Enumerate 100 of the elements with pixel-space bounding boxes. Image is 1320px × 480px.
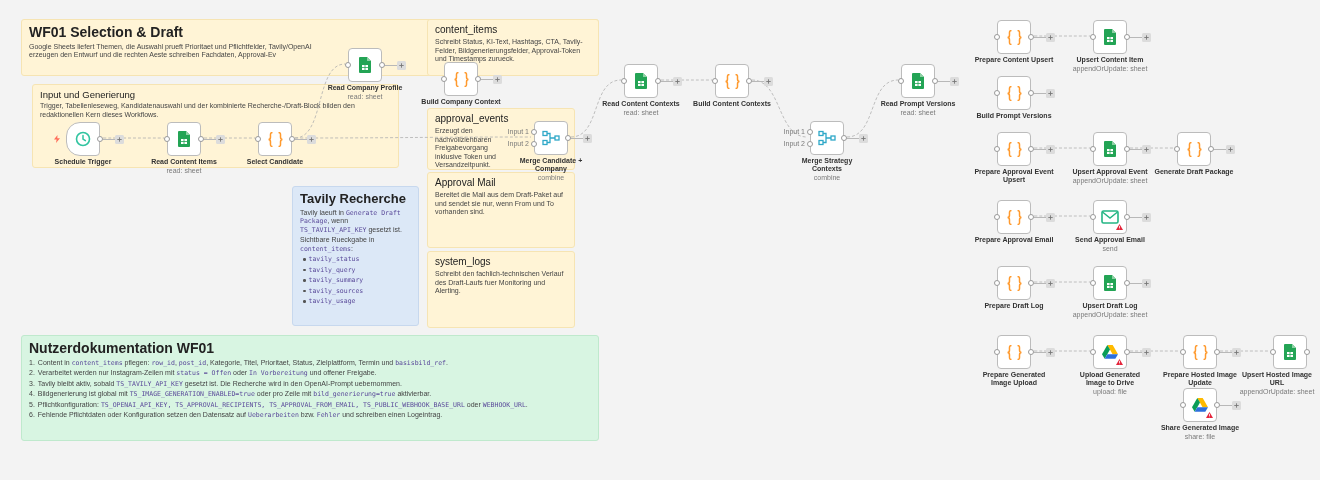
- input-handle[interactable]: [345, 62, 351, 68]
- workflow-node[interactable]: [534, 121, 568, 155]
- workflow-node[interactable]: [348, 48, 382, 82]
- output-handle[interactable]: [1028, 349, 1034, 355]
- add-node-button[interactable]: [493, 74, 502, 84]
- input-handle[interactable]: [994, 90, 1000, 96]
- add-node-button[interactable]: [1142, 144, 1151, 154]
- workflow-node[interactable]: [1093, 200, 1127, 234]
- output-line: [1034, 148, 1046, 150]
- workflow-node[interactable]: [1273, 335, 1307, 369]
- output-handle[interactable]: [1208, 146, 1214, 152]
- workflow-node[interactable]: [1183, 335, 1217, 369]
- output-handle[interactable]: [1028, 90, 1034, 96]
- workflow-node[interactable]: [997, 76, 1031, 110]
- add-node-button[interactable]: [1232, 347, 1241, 357]
- add-node-button[interactable]: [1046, 278, 1055, 288]
- add-node-button[interactable]: [397, 60, 406, 70]
- workflow-node[interactable]: [715, 64, 749, 98]
- output-handle[interactable]: [655, 78, 661, 84]
- input-handle[interactable]: [994, 34, 1000, 40]
- output-handle[interactable]: [1124, 214, 1130, 220]
- add-node-button[interactable]: [1142, 212, 1151, 222]
- output-handle[interactable]: [1028, 146, 1034, 152]
- add-node-button[interactable]: [1046, 212, 1055, 222]
- output-handle[interactable]: [289, 136, 295, 142]
- workflow-node[interactable]: [1093, 266, 1127, 300]
- input-handle[interactable]: [994, 349, 1000, 355]
- input-handle[interactable]: [994, 146, 1000, 152]
- add-node-button[interactable]: [583, 133, 592, 143]
- add-node-button[interactable]: [1142, 347, 1151, 357]
- input-handle[interactable]: [994, 214, 1000, 220]
- add-node-button[interactable]: [307, 134, 316, 144]
- add-node-button[interactable]: [1226, 144, 1235, 154]
- workflow-node[interactable]: [167, 122, 201, 156]
- output-handle[interactable]: [379, 62, 385, 68]
- input-handle[interactable]: [1090, 280, 1096, 286]
- envelope-icon: [1101, 210, 1119, 224]
- output-handle[interactable]: [1028, 280, 1034, 286]
- add-node-button[interactable]: [673, 76, 682, 86]
- workflow-node[interactable]: [997, 200, 1031, 234]
- input-handle[interactable]: [1174, 146, 1180, 152]
- input-handle[interactable]: [1180, 402, 1186, 408]
- input-handle[interactable]: [1090, 349, 1096, 355]
- output-line: [938, 80, 950, 82]
- workflow-node[interactable]: [997, 132, 1031, 166]
- add-node-button[interactable]: [950, 76, 959, 86]
- workflow-node[interactable]: [1183, 388, 1217, 422]
- output-handle[interactable]: [1124, 349, 1130, 355]
- workflow-node[interactable]: [810, 121, 844, 155]
- output-handle[interactable]: [746, 78, 752, 84]
- add-node-button[interactable]: [1046, 347, 1055, 357]
- add-node-button[interactable]: [216, 134, 225, 144]
- workflow-node[interactable]: [1177, 132, 1211, 166]
- output-handle[interactable]: [565, 135, 571, 141]
- input-handle[interactable]: [898, 78, 904, 84]
- output-handle[interactable]: [475, 76, 481, 82]
- add-node-button[interactable]: [1142, 278, 1151, 288]
- output-handle[interactable]: [841, 135, 847, 141]
- workflow-node[interactable]: [1093, 132, 1127, 166]
- output-handle[interactable]: [1214, 349, 1220, 355]
- input-handle[interactable]: [1090, 146, 1096, 152]
- output-handle[interactable]: [1028, 214, 1034, 220]
- workflow-node[interactable]: [444, 62, 478, 96]
- input-handle[interactable]: [164, 136, 170, 142]
- add-node-button[interactable]: [1232, 400, 1241, 410]
- bullet-dot: [303, 289, 306, 293]
- output-handle[interactable]: [1124, 146, 1130, 152]
- output-handle[interactable]: [1214, 402, 1220, 408]
- output-handle[interactable]: [198, 136, 204, 142]
- add-node-button[interactable]: [1142, 32, 1151, 42]
- add-node-button[interactable]: [1046, 144, 1055, 154]
- output-handle[interactable]: [97, 136, 103, 142]
- add-node-button[interactable]: [1046, 32, 1055, 42]
- output-handle[interactable]: [1304, 349, 1310, 355]
- workflow-node[interactable]: [1093, 20, 1127, 54]
- add-node-button[interactable]: [764, 76, 773, 86]
- input-handle[interactable]: [1180, 349, 1186, 355]
- output-handle[interactable]: [1028, 34, 1034, 40]
- add-node-button[interactable]: [859, 133, 868, 143]
- workflow-node[interactable]: [624, 64, 658, 98]
- input-handle[interactable]: [441, 76, 447, 82]
- input-handle[interactable]: [1270, 349, 1276, 355]
- workflow-node[interactable]: [1093, 335, 1127, 369]
- workflow-node[interactable]: [901, 64, 935, 98]
- input-handle[interactable]: [1090, 34, 1096, 40]
- output-handle[interactable]: [1124, 280, 1130, 286]
- output-handle[interactable]: [1124, 34, 1130, 40]
- workflow-node[interactable]: [66, 122, 100, 156]
- input-handle[interactable]: [994, 280, 1000, 286]
- workflow-node[interactable]: [997, 20, 1031, 54]
- output-handle[interactable]: [932, 78, 938, 84]
- workflow-node[interactable]: [258, 122, 292, 156]
- workflow-node[interactable]: [997, 335, 1031, 369]
- add-node-button[interactable]: [1046, 88, 1055, 98]
- input-handle[interactable]: [255, 136, 261, 142]
- input-handle[interactable]: [712, 78, 718, 84]
- input-handle[interactable]: [621, 78, 627, 84]
- add-node-button[interactable]: [115, 134, 124, 144]
- workflow-node[interactable]: [997, 266, 1031, 300]
- input-handle[interactable]: [1090, 214, 1096, 220]
